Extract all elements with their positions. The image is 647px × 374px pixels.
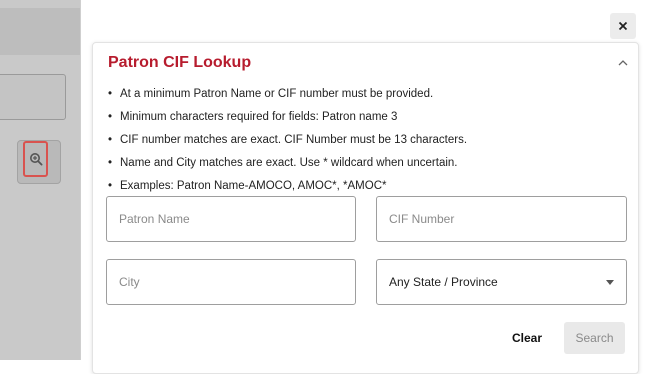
lookup-panel: Patron CIF Lookup • At a minimum Patron N… (92, 42, 639, 374)
rule-item: • At a minimum Patron Name or CIF number … (108, 88, 434, 100)
rule-item: • Name and City matches are exact. Use * … (108, 157, 458, 169)
search-button[interactable]: Search (564, 322, 625, 354)
caret-down-icon (606, 279, 614, 285)
cif-number-input[interactable] (376, 196, 627, 242)
clear-button[interactable]: Clear (501, 322, 553, 354)
state-select-value: Any State / Province (389, 275, 498, 289)
patron-lookup-modal: Patron CIF Lookup • At a minimum Patron N… (80, 0, 643, 374)
background-header (0, 8, 80, 55)
patron-name-input[interactable] (106, 196, 356, 242)
background-app (0, 0, 80, 360)
city-input[interactable] (106, 259, 356, 305)
rule-item: • CIF number matches are exact. CIF Numbe… (108, 134, 468, 146)
chevron-up-icon[interactable] (617, 57, 629, 67)
lookup-rules-list: • At a minimum Patron Name or CIF number … (108, 87, 467, 202)
panel-title: Patron CIF Lookup (108, 54, 252, 71)
zoom-in-icon (29, 153, 43, 166)
close-button[interactable] (610, 13, 636, 39)
state-province-select[interactable]: Any State / Province (376, 259, 627, 305)
background-input (0, 74, 66, 120)
lookup-trigger-button[interactable] (23, 141, 48, 177)
close-icon (618, 21, 628, 31)
rule-item: • Minimum characters required for fields:… (108, 111, 398, 123)
